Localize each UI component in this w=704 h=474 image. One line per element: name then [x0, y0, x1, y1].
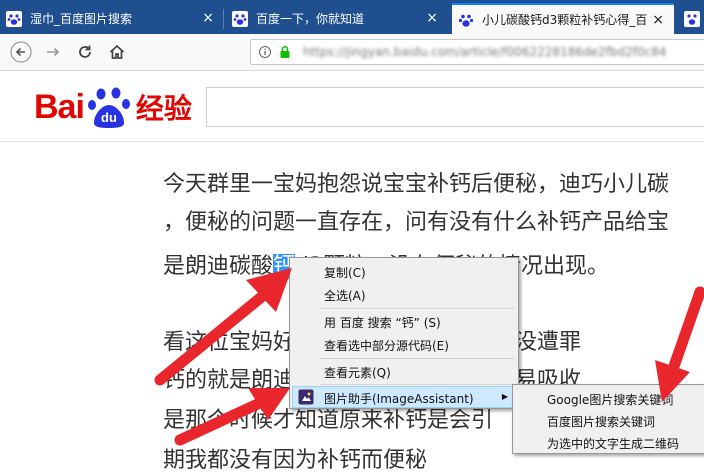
- menu-item-search-baidu[interactable]: 用 百度 搜索 “钙” (S): [324, 314, 441, 331]
- logo-text: Bai: [34, 87, 85, 126]
- search-input[interactable]: [206, 87, 704, 127]
- back-arrow-icon: [10, 41, 32, 63]
- close-icon[interactable]: ×: [202, 10, 214, 26]
- menu-divider: [320, 358, 514, 359]
- baidu-paw-logo-icon: du: [87, 87, 130, 128]
- menu-item-view-source[interactable]: 查看选中部分源代码(E): [324, 337, 449, 354]
- tab-overflow[interactable]: [678, 3, 704, 34]
- menu-divider: [320, 384, 514, 385]
- menu-item-label: 图片助手(ImageAssistant): [324, 392, 474, 406]
- submenu-item-qr[interactable]: 为选中的文字生成二维码: [547, 435, 679, 452]
- logo-jingyan-text: 经验: [135, 93, 192, 124]
- back-button[interactable]: [10, 41, 32, 63]
- submenu-item-baidu[interactable]: 百度图片搜索关键词: [547, 413, 655, 430]
- baidu-paw-icon: [684, 10, 700, 27]
- home-button[interactable]: [106, 41, 128, 63]
- tab-baidu-home[interactable]: 百度一下，你就知道 ×: [226, 3, 448, 34]
- article-text: 钙的就是朗迪: [163, 368, 296, 393]
- menu-item-select-all[interactable]: 全选(A): [324, 287, 366, 304]
- reload-button[interactable]: [74, 41, 96, 63]
- info-icon[interactable]: [259, 45, 271, 59]
- forward-arrow-icon: [47, 47, 60, 57]
- baidu-paw-icon: [6, 10, 22, 27]
- url-text: https://jingyan.baidu.com/article/f00622…: [303, 45, 667, 59]
- menu-divider: [320, 308, 514, 309]
- context-menu: 复制(C) 全选(A) 用 百度 搜索 “钙” (S) 查看选中部分源代码(E)…: [289, 257, 519, 409]
- tab-baidu-image-search[interactable]: 湿巾_百度图片搜索 ×: [0, 3, 224, 34]
- logo-du-text: du: [101, 110, 117, 125]
- tab-divider: [223, 9, 224, 29]
- close-icon[interactable]: ×: [652, 12, 664, 28]
- tab-jingyan-article[interactable]: 小儿碳酸钙d3颗粒补钙心得_百 ×: [452, 3, 674, 34]
- article-line: 今天群里一宝妈抱怨说宝宝补钙后便秘，迪巧小儿碳: [163, 172, 670, 197]
- article-line: 期我都没有因为补钙而便秘: [163, 448, 428, 473]
- tab-title: 小儿碳酸钙d3颗粒补钙心得_百: [482, 13, 648, 27]
- forward-button[interactable]: [42, 41, 64, 63]
- submenu-item-google[interactable]: Google图片搜索关键词: [547, 391, 673, 408]
- article-text: 是朗迪碳酸: [163, 254, 274, 279]
- close-icon[interactable]: ×: [426, 10, 438, 26]
- url-bar[interactable]: https://jingyan.baidu.com/article/f00622…: [250, 39, 704, 65]
- submenu-arrow-icon: ▶: [501, 392, 508, 401]
- tab-title: 湿巾_百度图片搜索: [30, 12, 133, 26]
- article-text: 看这位宝妈好: [163, 330, 296, 355]
- site-header: Bai du 经验: [0, 71, 704, 142]
- menu-item-inspect[interactable]: 查看元素(Q): [324, 364, 391, 381]
- tab-bar: 湿巾_百度图片搜索 × 百度一下，你就知道 × 小儿碳酸钙d3颗粒补钙心得_百 …: [0, 0, 704, 34]
- reload-icon: [79, 45, 91, 58]
- lock-icon[interactable]: [279, 45, 291, 59]
- navigation-bar: https://jingyan.baidu.com/article/f00622…: [0, 34, 704, 71]
- home-icon: [109, 44, 125, 59]
- baidu-paw-icon: [232, 10, 248, 27]
- article-line: ，便秘的问题一直存在，问有没有什么补钙产品给宝: [163, 210, 670, 235]
- menu-item-copy[interactable]: 复制(C): [324, 264, 366, 281]
- tab-title: 百度一下，你就知道: [256, 12, 365, 26]
- image-assistant-submenu: Google图片搜索关键词 百度图片搜索关键词 为选中的文字生成二维码: [512, 384, 704, 454]
- baidu-jingyan-logo[interactable]: Bai du 经验: [34, 85, 192, 129]
- image-assistant-icon: [298, 389, 314, 405]
- baidu-paw-icon: [458, 14, 474, 27]
